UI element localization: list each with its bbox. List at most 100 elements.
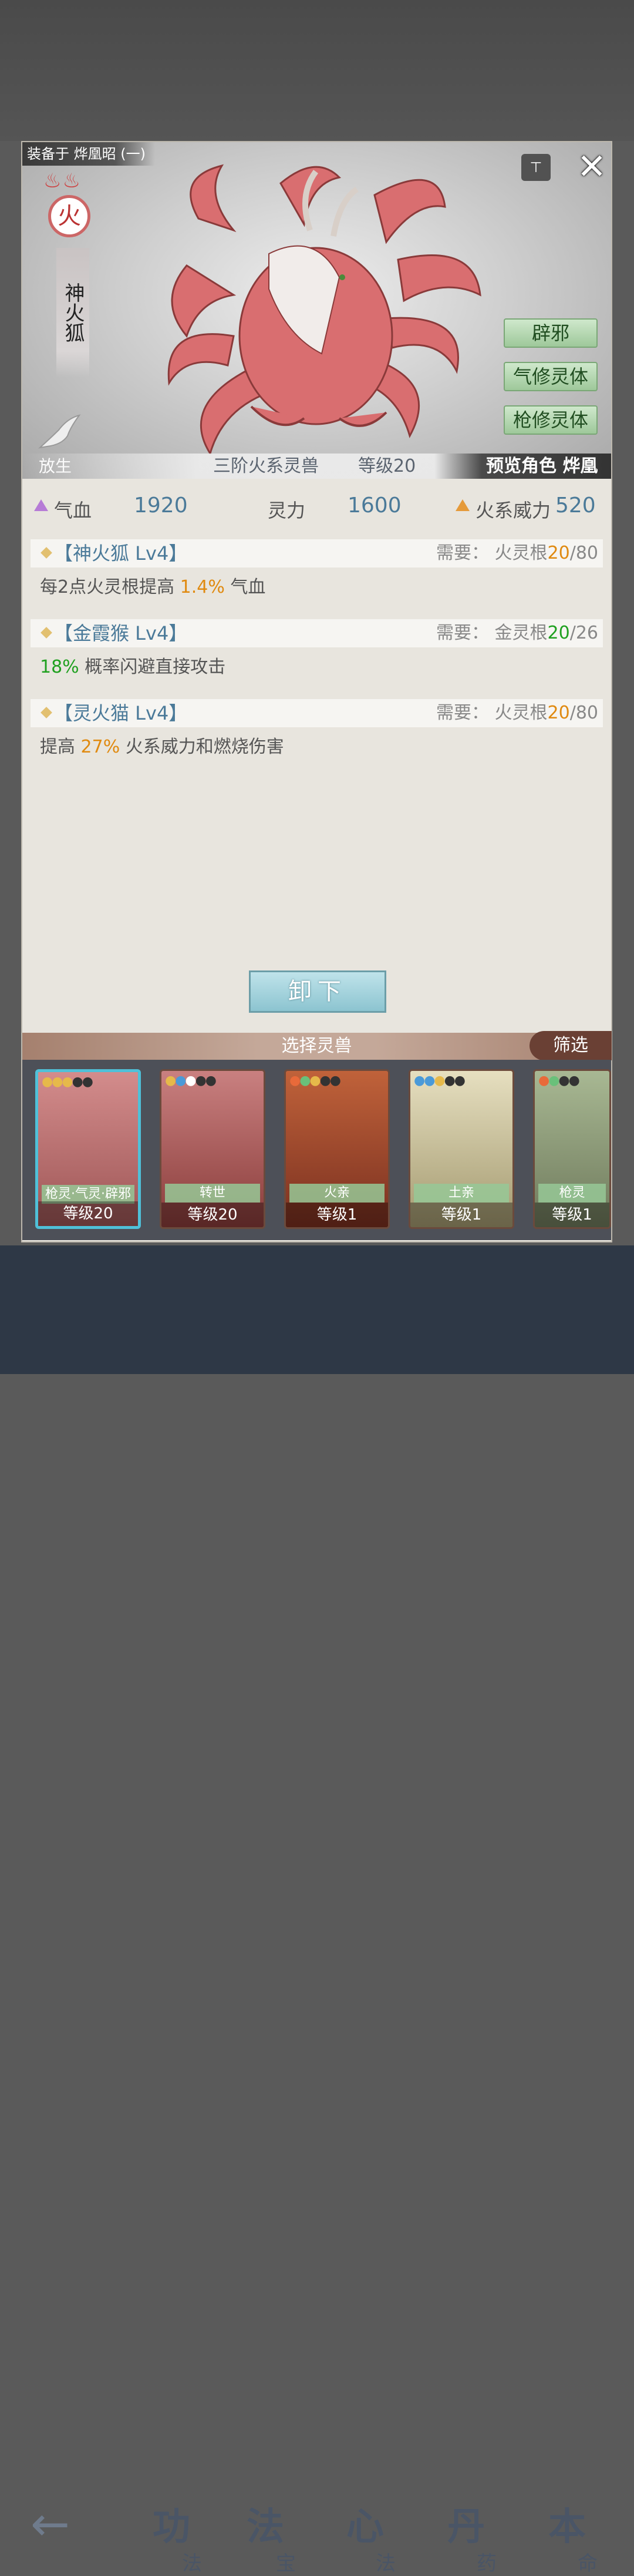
req-prefix: 需要： bbox=[436, 623, 489, 643]
nav-small: 宝 bbox=[276, 2552, 296, 2575]
dove-icon[interactable] bbox=[35, 412, 82, 454]
desc-highlight: 18% bbox=[40, 657, 79, 677]
nav-item-fabao[interactable]: 法宝 bbox=[247, 2497, 296, 2576]
desc-post: 概率闪避直接攻击 bbox=[79, 657, 226, 677]
skill-name: 【金霞猴 Lv4】 bbox=[54, 622, 188, 644]
beast-info-bar: 三阶火系灵兽 等级20 预览角色 烨凰昭 bbox=[22, 454, 611, 479]
back-arrow-icon[interactable]: ← bbox=[31, 2497, 70, 2551]
desc-post: 气血 bbox=[224, 577, 266, 597]
desc-post: 火系威力和燃烧伤害 bbox=[120, 737, 284, 757]
fire-power-label: 火系威力 bbox=[476, 499, 551, 522]
choose-beast-bar: 选择灵兽 bbox=[22, 1033, 611, 1060]
close-icon[interactable]: ✕ bbox=[575, 149, 608, 184]
preview-character[interactable]: 预览角色 烨凰昭 bbox=[486, 454, 611, 479]
rarity-icons: ●●●●● bbox=[42, 1074, 93, 1089]
beast-card-level: 等级20 bbox=[161, 1203, 264, 1227]
req-current: 20 bbox=[547, 623, 570, 643]
beast-card[interactable]: ●●●●● 土亲 等级1 bbox=[409, 1069, 514, 1229]
beast-card-trait: 转世 bbox=[165, 1184, 260, 1203]
beast-card-level: 等级1 bbox=[410, 1203, 512, 1227]
req-current: 20 bbox=[547, 543, 570, 563]
req-max: /80 bbox=[569, 543, 598, 563]
beast-card[interactable]: ●●●●● 枪灵·气灵·辟邪 等级20 bbox=[35, 1069, 141, 1229]
fire-fox-illustration bbox=[167, 164, 481, 456]
diamond-icon bbox=[41, 547, 52, 559]
skill-header: 【灵火猫 Lv4】 需要： 火灵根20/80 bbox=[31, 699, 603, 727]
skill-description: 提高 27% 火系威力和燃烧伤害 bbox=[40, 732, 284, 758]
rarity-icons: ●●●●● bbox=[414, 1073, 466, 1088]
req-current: 20 bbox=[547, 703, 570, 723]
req-root: 火灵根 bbox=[494, 703, 548, 723]
trait-button-qixiu[interactable]: 气修灵体 bbox=[504, 362, 598, 391]
hp-label: 气血 bbox=[54, 499, 92, 522]
skill-requirement: 需要： 火灵根20/80 bbox=[436, 539, 598, 567]
rarity-icons: ●●●● bbox=[538, 1073, 580, 1088]
skill-header: 【神火狐 Lv4】 需要： 火灵根20/80 bbox=[31, 539, 603, 567]
nav-small: 药 bbox=[477, 2552, 497, 2575]
rarity-icons: ●●●●● bbox=[289, 1073, 341, 1088]
bottom-nav: ← 功法 法宝 心法 丹药 本命 bbox=[0, 1245, 634, 2575]
skill-name: 【神火狐 Lv4】 bbox=[54, 542, 188, 565]
desc-highlight: 27% bbox=[80, 737, 120, 757]
skill-requirement: 需要： 金灵根20/26 bbox=[436, 619, 598, 647]
req-root: 火灵根 bbox=[494, 543, 548, 563]
skill-requirement: 需要： 火灵根20/80 bbox=[436, 699, 598, 727]
nav-item-benming[interactable]: 本命 bbox=[548, 2497, 598, 2576]
beast-card[interactable]: ●●●● 枪灵 等级1 bbox=[533, 1069, 611, 1229]
element-badge: 火 bbox=[48, 195, 90, 237]
desc-pre: 每2点火灵根提高 bbox=[40, 577, 180, 597]
beast-card-level: 等级1 bbox=[535, 1203, 609, 1227]
trait-button-bixie[interactable]: 辟邪 bbox=[504, 318, 598, 348]
equipped-on-tag: 装备于 烨凰昭 (一) bbox=[22, 142, 155, 166]
desc-highlight: 1.4% bbox=[180, 577, 225, 597]
beast-tier: 三阶火系灵兽 bbox=[213, 456, 319, 476]
req-max: /80 bbox=[569, 703, 598, 723]
nav-small: 法 bbox=[376, 2552, 396, 2575]
nav-big: 法 bbox=[247, 2505, 284, 2549]
background-top bbox=[0, 0, 634, 141]
nav-item-xinfa[interactable]: 心法 bbox=[346, 2497, 396, 2576]
beast-name: 神火狐 bbox=[56, 248, 89, 377]
nav-big: 本 bbox=[548, 2505, 586, 2549]
nav-big: 丹 bbox=[447, 2505, 485, 2549]
unequip-button[interactable]: 卸下 bbox=[249, 970, 386, 1013]
lock-icon[interactable]: ⊤ bbox=[521, 154, 551, 181]
beast-card-trait: 火亲 bbox=[289, 1184, 385, 1203]
triangle-icon bbox=[456, 499, 470, 511]
req-max: /26 bbox=[569, 623, 598, 643]
triangle-icon bbox=[34, 499, 48, 511]
req-prefix: 需要： bbox=[436, 543, 489, 563]
spirit-label: 灵力 bbox=[268, 499, 306, 522]
beast-card-trait: 枪灵 bbox=[538, 1184, 606, 1203]
req-root: 金灵根 bbox=[494, 623, 548, 643]
beast-card-level: 等级20 bbox=[38, 1201, 138, 1226]
nav-item-gongfa[interactable]: 功法 bbox=[153, 2497, 202, 2576]
skill-description: 18% 概率闪避直接攻击 bbox=[40, 652, 225, 678]
fire-power-value: 520 bbox=[555, 493, 596, 518]
flame-icon: ♨♨ bbox=[43, 169, 82, 193]
nav-big: 功 bbox=[153, 2505, 190, 2549]
diamond-icon bbox=[41, 707, 52, 718]
skill-header: 【金霞猴 Lv4】 需要： 金灵根20/26 bbox=[31, 619, 603, 647]
beast-card-level: 等级1 bbox=[286, 1203, 388, 1227]
stats-row: 气血 1920 灵力 1600 火系威力 520 bbox=[22, 491, 611, 526]
beast-hero: 装备于 烨凰昭 (一) ⊤ ✕ ♨♨ 火 神火狐 放生 辟邪 气修灵体 枪修灵体… bbox=[22, 142, 611, 479]
req-prefix: 需要： bbox=[436, 703, 489, 723]
hp-value: 1920 bbox=[134, 493, 188, 518]
beast-card[interactable]: ●●●●● 火亲 等级1 bbox=[284, 1069, 390, 1229]
skill-name: 【灵火猫 Lv4】 bbox=[54, 702, 188, 724]
nav-small: 法 bbox=[182, 2552, 202, 2575]
rarity-icons: ●●●●● bbox=[165, 1073, 217, 1088]
trait-button-qiangxiu[interactable]: 枪修灵体 bbox=[504, 405, 598, 435]
beast-detail-panel: 装备于 烨凰昭 (一) ⊤ ✕ ♨♨ 火 神火狐 放生 辟邪 气修灵体 枪修灵体… bbox=[21, 141, 612, 1242]
spirit-value: 1600 bbox=[348, 493, 402, 518]
filter-button[interactable]: 筛选 bbox=[530, 1031, 612, 1060]
diamond-icon bbox=[41, 627, 52, 639]
skill-description: 每2点火灵根提高 1.4% 气血 bbox=[40, 572, 265, 598]
beast-card[interactable]: ●●●●● 转世 等级20 bbox=[160, 1069, 265, 1229]
desc-pre: 提高 bbox=[40, 737, 81, 757]
beast-level: 等级20 bbox=[358, 456, 416, 476]
nav-small: 命 bbox=[578, 2552, 598, 2575]
nav-big: 心 bbox=[346, 2505, 384, 2549]
nav-item-danyao[interactable]: 丹药 bbox=[447, 2497, 497, 2576]
